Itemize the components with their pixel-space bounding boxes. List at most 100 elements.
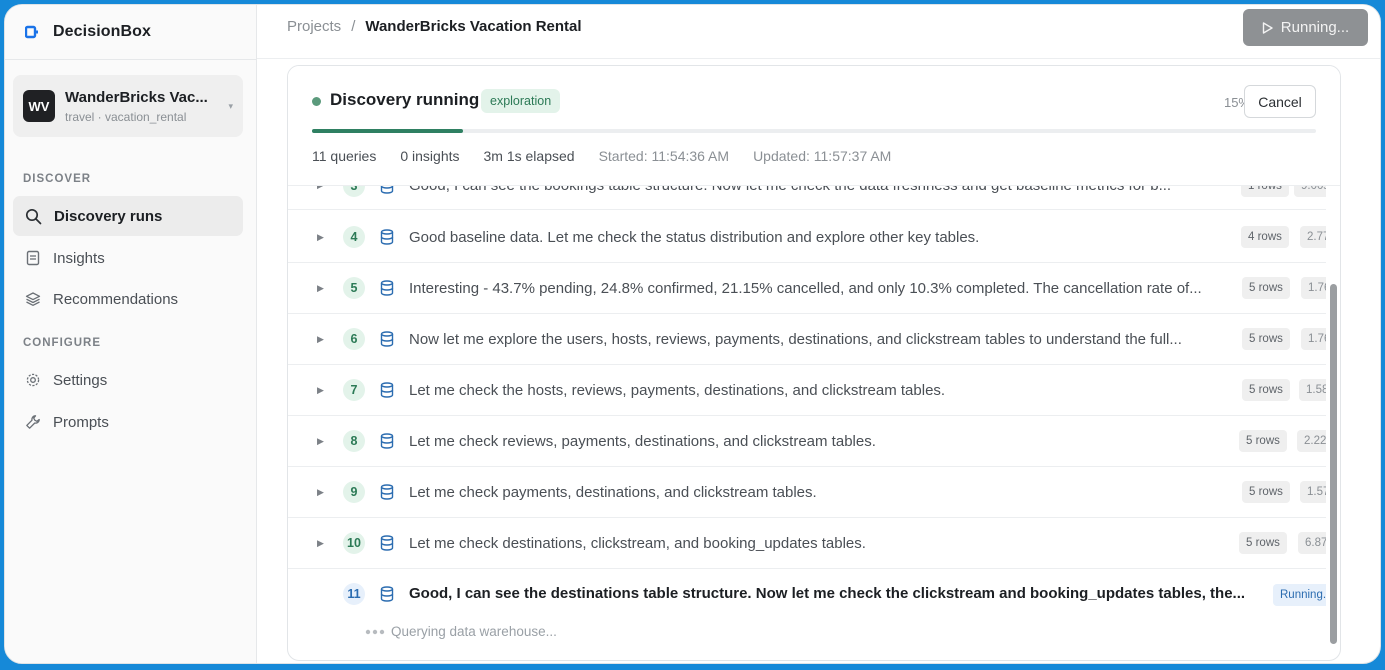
database-icon: [380, 229, 394, 245]
step-row[interactable]: ▶ 10 Let me check destinations, clickstr…: [288, 518, 1326, 569]
play-icon: [1262, 21, 1273, 34]
app-window: DecisionBox WV WanderBricks Vac... trave…: [4, 4, 1381, 664]
running-badge: Running...: [1273, 584, 1326, 606]
sidebar: DecisionBox WV WanderBricks Vac... trave…: [5, 5, 257, 663]
run-stats: 11 queries 0 insights 3m 1s elapsed Star…: [312, 148, 891, 164]
step-number: 4: [343, 226, 365, 248]
sidebar-item-settings[interactable]: Settings: [13, 360, 243, 400]
step-number: 6: [343, 328, 365, 350]
duration-badge: 9.00s: [1294, 186, 1326, 197]
wrench-icon: [26, 415, 40, 429]
database-icon: [380, 382, 394, 398]
project-name: WanderBricks Vac...: [65, 88, 208, 106]
app-name: DecisionBox: [53, 23, 152, 40]
duration-badge: 6.87s: [1298, 532, 1326, 554]
duration-badge: 2.77s: [1300, 226, 1326, 248]
project-switcher[interactable]: WV WanderBricks Vac... travel · vacation…: [13, 75, 243, 137]
rows-badge: 5 rows: [1242, 328, 1290, 350]
step-row[interactable]: ▶ 6 Now let me explore the users, hosts,…: [288, 314, 1326, 365]
caret-right-icon[interactable]: ▶: [317, 385, 324, 396]
sidebar-item-label: Prompts: [53, 413, 109, 431]
scrollbar-thumb[interactable]: [1330, 284, 1337, 644]
step-row[interactable]: ▶ 5 Interesting - 43.7% pending, 24.8% c…: [288, 263, 1326, 314]
sidebar-item-label: Recommendations: [53, 290, 179, 308]
caret-right-icon[interactable]: ▶: [317, 436, 324, 447]
step-text: Interesting - 43.7% pending, 24.8% confi…: [409, 279, 1202, 297]
divider: [5, 59, 256, 60]
database-icon: [380, 280, 394, 296]
elapsed-time: 3m 1s elapsed: [483, 148, 575, 164]
duration-badge: 1.57s: [1300, 481, 1326, 503]
step-number: 10: [343, 532, 365, 554]
step-row[interactable]: ▶ 3 Good, I can see the bookings table s…: [288, 186, 1326, 210]
step-number: 8: [343, 430, 365, 452]
breadcrumb-separator: /: [351, 18, 356, 35]
rows-badge: 5 rows: [1242, 277, 1290, 299]
step-number: 9: [343, 481, 365, 503]
project-subtitle: travel · vacation_rental: [65, 109, 187, 124]
rows-badge: 4 rows: [1241, 226, 1289, 248]
caret-right-icon[interactable]: ▶: [317, 538, 324, 549]
step-number: 7: [343, 379, 365, 401]
step-number: 3: [343, 186, 365, 197]
sidebar-item-prompts[interactable]: Prompts: [13, 402, 243, 442]
breadcrumb-current: WanderBricks Vacation Rental: [365, 18, 582, 35]
duration-badge: 1.76s: [1301, 328, 1326, 350]
breadcrumb: Projects / WanderBricks Vacation Rental: [287, 18, 582, 35]
duration-badge: 1.58s: [1299, 379, 1326, 401]
step-row[interactable]: ▶ 4 Good baseline data. Let me check the…: [288, 212, 1326, 263]
step-row[interactable]: ▶ 9 Let me check payments, destinations,…: [288, 467, 1326, 518]
caret-right-icon[interactable]: ▶: [317, 186, 324, 191]
sidebar-item-label: Settings: [53, 371, 108, 389]
database-icon: [380, 586, 394, 602]
cancel-button[interactable]: Cancel: [1244, 85, 1316, 118]
querying-text: Querying data warehouse...: [391, 624, 557, 639]
caret-right-icon[interactable]: ▶: [317, 487, 324, 498]
scrollbar[interactable]: [1326, 246, 1340, 660]
section-label-discover: DISCOVER: [23, 173, 92, 185]
sidebar-item-label: Insights: [53, 249, 105, 267]
loading-dots-icon: [365, 629, 385, 634]
started-time: Started: 11:54:36 AM: [598, 148, 730, 164]
top-bar: Projects / WanderBricks Vacation Rental …: [257, 5, 1380, 59]
gear-icon: [26, 373, 40, 387]
document-icon: [26, 250, 40, 266]
step-text: Good baseline data. Let me check the sta…: [409, 228, 980, 246]
step-text: Now let me explore the users, hosts, rev…: [409, 330, 1182, 348]
step-row[interactable]: ▶ 7 Let me check the hosts, reviews, pay…: [288, 365, 1326, 416]
search-icon: [25, 208, 42, 224]
run-status-title: Discovery running: [330, 90, 480, 109]
rows-badge: 5 rows: [1242, 481, 1290, 503]
project-avatar: WV: [23, 90, 55, 122]
step-text: Good, I can see the bookings table struc…: [409, 186, 1231, 194]
step-list: ▶ 3 Good, I can see the bookings table s…: [288, 186, 1326, 660]
run-header: Discovery running exploration 15% Cancel…: [288, 66, 1340, 186]
run-button[interactable]: Running...: [1243, 9, 1368, 46]
database-icon: [380, 186, 394, 194]
database-icon: [380, 433, 394, 449]
step-row[interactable]: ▶ 8 Let me check reviews, payments, dest…: [288, 416, 1326, 467]
updated-time: Updated: 11:57:37 AM: [753, 148, 892, 164]
step-text: Let me check the hosts, reviews, payment…: [409, 381, 946, 399]
caret-right-icon[interactable]: ▶: [317, 334, 324, 345]
duration-badge: 2.22s: [1297, 430, 1326, 452]
duration-badge: 1.76s: [1301, 277, 1326, 299]
database-icon: [380, 331, 394, 347]
rows-badge: 5 rows: [1239, 430, 1287, 452]
step-text: Let me check destinations, clickstream, …: [409, 534, 866, 552]
status-dot: [312, 97, 321, 106]
rows-badge: 1 rows: [1241, 186, 1289, 197]
brand[interactable]: DecisionBox: [25, 17, 151, 47]
queries-count: 11 queries: [312, 148, 377, 164]
step-row-running[interactable]: 11 Good, I can see the destinations tabl…: [288, 569, 1326, 660]
sidebar-item-discovery-runs[interactable]: Discovery runs: [13, 196, 243, 236]
sidebar-item-recommendations[interactable]: Recommendations: [13, 279, 243, 319]
sidebar-item-insights[interactable]: Insights: [13, 238, 243, 278]
caret-right-icon[interactable]: ▶: [317, 283, 324, 294]
logo-icon: [25, 25, 39, 39]
database-icon: [380, 535, 394, 551]
step-text: Good, I can see the destinations table s…: [409, 585, 1246, 602]
sidebar-item-label: Discovery runs: [54, 207, 163, 225]
caret-right-icon[interactable]: ▶: [317, 232, 324, 243]
breadcrumb-projects[interactable]: Projects: [287, 18, 341, 35]
